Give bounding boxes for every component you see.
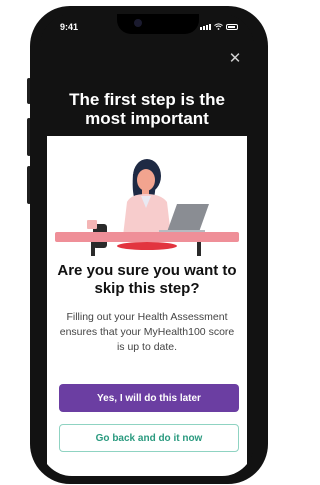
wifi-icon (214, 23, 223, 30)
page-title: The first step is the most important (69, 90, 225, 128)
signal-icon (200, 24, 211, 30)
status-time: 9:41 (60, 22, 79, 32)
close-icon[interactable]: ✕ (228, 51, 242, 66)
camera-icon (134, 19, 142, 27)
dialog-title: Are you sure you want to skip this step? (57, 262, 237, 297)
skip-dialog: Are you sure you want to skip this step?… (47, 136, 247, 476)
dialog-message: Filling out your Health Assessment ensur… (59, 311, 235, 353)
go-back-button[interactable]: Go back and do it now (59, 424, 239, 452)
battery-icon (226, 24, 238, 30)
notch (117, 14, 199, 34)
phone-screen: 9:41 ✕ The first step is the most import… (40, 14, 254, 476)
skip-later-button[interactable]: Yes, I will do this later (59, 384, 239, 412)
status-icons (200, 23, 238, 30)
woman-at-laptop-illustration (55, 159, 239, 256)
